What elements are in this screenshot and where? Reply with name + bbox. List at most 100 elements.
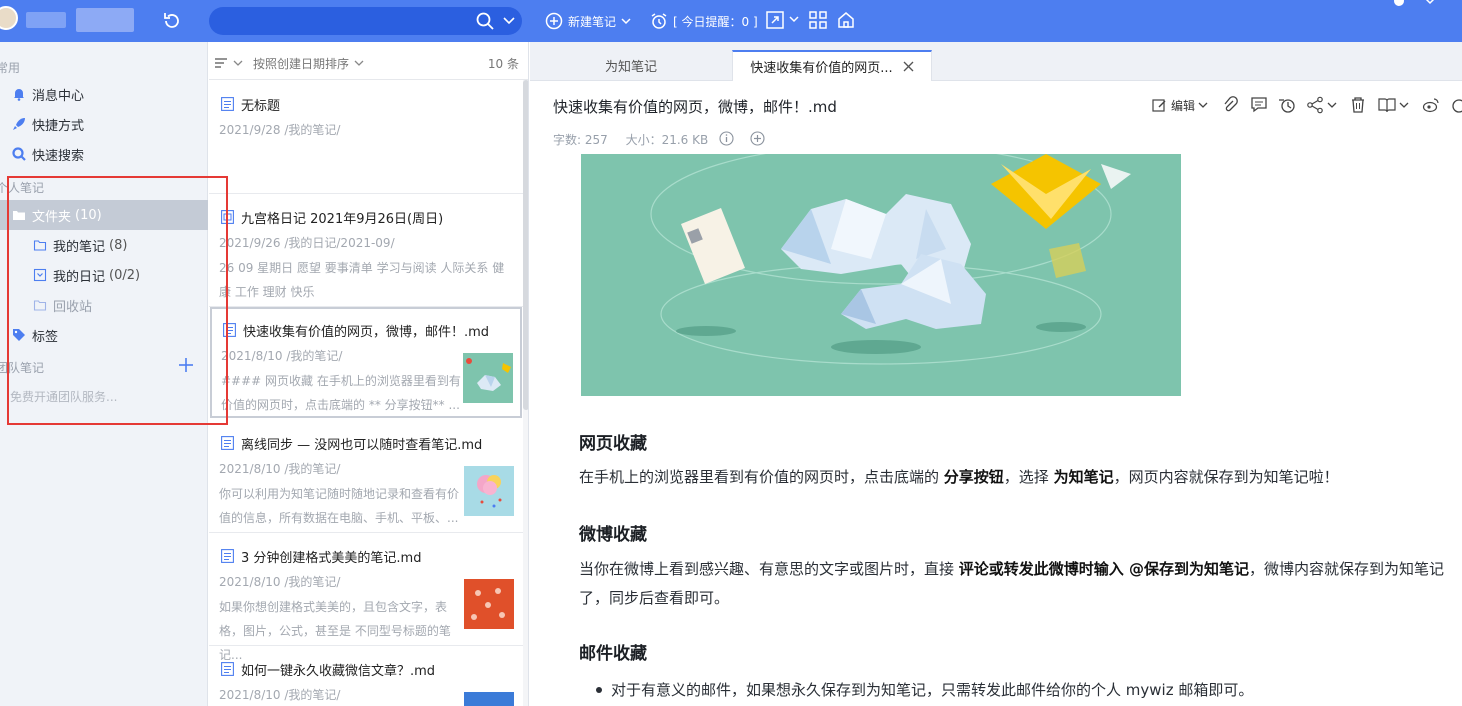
sidebar-item-messages[interactable]: 消息中心: [0, 79, 208, 109]
share-button[interactable]: [1306, 95, 1337, 115]
alarm-icon: [651, 13, 667, 29]
note-list: 按照创建日期排序 10 条 无标题 2021/9/28 /我的笔记/ 九宫格日记…: [209, 42, 529, 706]
alarm-icon[interactable]: [1450, 95, 1462, 115]
list-item[interactable]: 快速收集有价值的网页，微博，邮件！.md 2021/8/10 /我的笔记/ ##…: [210, 307, 522, 418]
grid-icon[interactable]: [808, 10, 828, 30]
folder-count: (10): [75, 207, 102, 223]
tab-label: 快速收集有价值的网页...: [750, 61, 893, 76]
sidebar-item-label: 消息中心: [32, 88, 85, 104]
chevron-down-icon[interactable]: [502, 15, 516, 27]
search-icon[interactable]: [475, 11, 495, 31]
sort-label[interactable]: 按照创建日期排序: [253, 55, 349, 72]
section-heading: 网页收藏: [579, 434, 647, 454]
sidebar-item-count: (8): [109, 237, 128, 253]
note-title: 快速收集有价值的网页，微博，邮件！.md: [243, 325, 490, 340]
close-icon[interactable]: [903, 61, 914, 72]
comment-icon[interactable]: [1250, 95, 1268, 115]
chevron-down-icon[interactable]: [788, 14, 800, 24]
attachment-icon[interactable]: [1222, 95, 1238, 115]
list-item[interactable]: 如何一键永久收藏微信文章？.md 2021/8/10 /我的笔记/: [209, 646, 523, 706]
plus-circle-icon: [545, 12, 563, 30]
note-title: 九宫格日记 2021年9月26日(周日): [241, 212, 444, 227]
team-section-title: 团队笔记: [0, 361, 45, 375]
sidebar-item-label: 回收站: [53, 299, 93, 315]
sidebar-item-label: 快捷方式: [32, 118, 85, 134]
tab-label: 为知笔记: [604, 60, 657, 75]
note-thumbnail: [464, 466, 514, 516]
note-editor: 快速收集有价值的网页，微博，邮件！.md 编辑 字数: 257 大小：21.6 …: [530, 81, 1462, 706]
sidebar-item-folders[interactable]: 文件夹 (10): [0, 200, 208, 230]
chevron-down-icon[interactable]: [233, 59, 243, 67]
tab-wiznote[interactable]: 为知笔记: [530, 50, 732, 81]
folder-icon: [33, 240, 47, 251]
word-count: 字数: 257: [553, 133, 608, 147]
history-icon[interactable]: [1278, 95, 1296, 115]
note-meta: 2021/9/26 /我的日记/2021-09/: [219, 236, 395, 250]
calendar-icon: [33, 268, 47, 282]
add-tag-icon[interactable]: [750, 131, 765, 146]
bullet-text: 对于有意义的邮件，如果想永久保存到为知笔记，只需转发此邮件给你的个人 mywiz…: [611, 681, 1254, 699]
trash-icon[interactable]: [1350, 95, 1366, 115]
bell-icon: [14, 89, 24, 101]
sidebar-item-my-notes[interactable]: 我的笔记 (8): [0, 230, 208, 260]
section-paragraph: 在手机上的浏览器里看到有价值的网页时，点击底端的 分享按钮，选择 为知笔记，网页…: [579, 468, 1339, 486]
plus-icon[interactable]: [178, 357, 194, 373]
edit-icon: [1152, 98, 1166, 112]
team-service-hint[interactable]: 免费开通团队服务...: [10, 388, 117, 405]
sidebar-item-quick-search[interactable]: 快速搜索: [0, 139, 208, 169]
note-meta: 2021/8/10 /我的笔记/: [219, 462, 341, 476]
section-paragraph: 当你在微博上看到感兴趣、有意思的文字或图片时，直接 评论或转发此微博时输入 @保…: [579, 560, 1445, 607]
list-item[interactable]: 3 分钟创建格式美美的笔记.md 2021/8/10 /我的笔记/ 如果你想创建…: [209, 533, 523, 662]
note-title: 3 分钟创建格式美美的笔记.md: [241, 551, 422, 566]
list-item[interactable]: 离线同步 — 没网也可以随时查看笔记.md 2021/8/10 /我的笔记/ 你…: [209, 420, 523, 533]
section-heading: 微博收藏: [579, 525, 647, 545]
sidebar-item-shortcuts[interactable]: 快捷方式: [0, 109, 208, 139]
reminder-button[interactable]: [ 今日提醒：0 ]: [650, 0, 758, 42]
blurred-username: [26, 12, 66, 28]
avatar[interactable]: [0, 6, 18, 30]
list-item[interactable]: 九宫格日记 2021年9月26日(周日) 2021/9/26 /我的日记/202…: [209, 194, 523, 307]
user-icon[interactable]: [1392, 0, 1406, 8]
edit-label: 编辑: [1171, 98, 1196, 113]
note-meta: 2021/8/10 /我的笔记/: [219, 688, 341, 702]
book-icon: [1378, 98, 1396, 113]
note-title: 离线同步 — 没网也可以随时查看笔记.md: [241, 438, 483, 453]
tab-current-note[interactable]: 快速收集有价值的网页...: [732, 50, 932, 81]
sidebar-item-recycle-bin[interactable]: 回收站: [0, 290, 208, 320]
chevron-down-icon[interactable]: [354, 59, 364, 67]
list-item[interactable]: 无标题 2021/9/28 /我的笔记/: [209, 81, 523, 194]
scrollbar-thumb[interactable]: [523, 80, 528, 410]
edit-button[interactable]: 编辑: [1152, 95, 1208, 115]
sync-icon[interactable]: [160, 9, 184, 33]
note-list-scrollbar[interactable]: [523, 80, 528, 706]
note-excerpt: 你可以利用为知笔记随时随地记录和查看有价值的信息，所有数据在电脑、手机、平板、.…: [219, 487, 460, 525]
section-heading: 邮件收藏: [579, 644, 647, 664]
hero-illustration: [581, 154, 1181, 396]
reading-mode-button[interactable]: [1378, 95, 1409, 115]
sidebar-item-count: (0/2): [109, 267, 141, 283]
note-meta: 2021/9/28 /我的笔记/: [219, 123, 341, 137]
info-icon[interactable]: [719, 131, 734, 146]
chevron-down-icon: [621, 18, 631, 25]
rocket-icon: [13, 118, 25, 130]
folder-label: 文件夹: [32, 209, 72, 225]
reminder-label: [ 今日提醒：0 ]: [673, 14, 758, 29]
share-icon: [1307, 96, 1323, 114]
expand-icon[interactable]: [765, 10, 785, 30]
weibo-icon[interactable]: [1422, 95, 1440, 115]
folder-icon: [33, 300, 47, 311]
sidebar-item-my-diary[interactable]: 我的日记 (0/2): [0, 260, 208, 290]
sort-icon[interactable]: [214, 57, 228, 69]
personal-section-title: 个人笔记: [0, 181, 45, 195]
note-icon: [221, 662, 234, 676]
note-title-heading[interactable]: 快速收集有价值的网页，微博，邮件！.md: [553, 96, 837, 117]
sidebar: 常用 消息中心 快捷方式 快速搜索 个人笔记 文件夹 (10) 我的笔记 (8)…: [0, 42, 208, 706]
chevron-down-icon: [1399, 102, 1409, 108]
search-input[interactable]: [209, 7, 522, 35]
chevron-down-icon: [1198, 102, 1208, 108]
new-note-button[interactable]: 新建笔记: [545, 0, 632, 42]
blurred-account: [76, 8, 134, 32]
home-icon[interactable]: [836, 10, 856, 30]
chevron-down-icon[interactable]: [1424, 0, 1436, 6]
sidebar-item-tags[interactable]: 标签: [0, 320, 208, 350]
